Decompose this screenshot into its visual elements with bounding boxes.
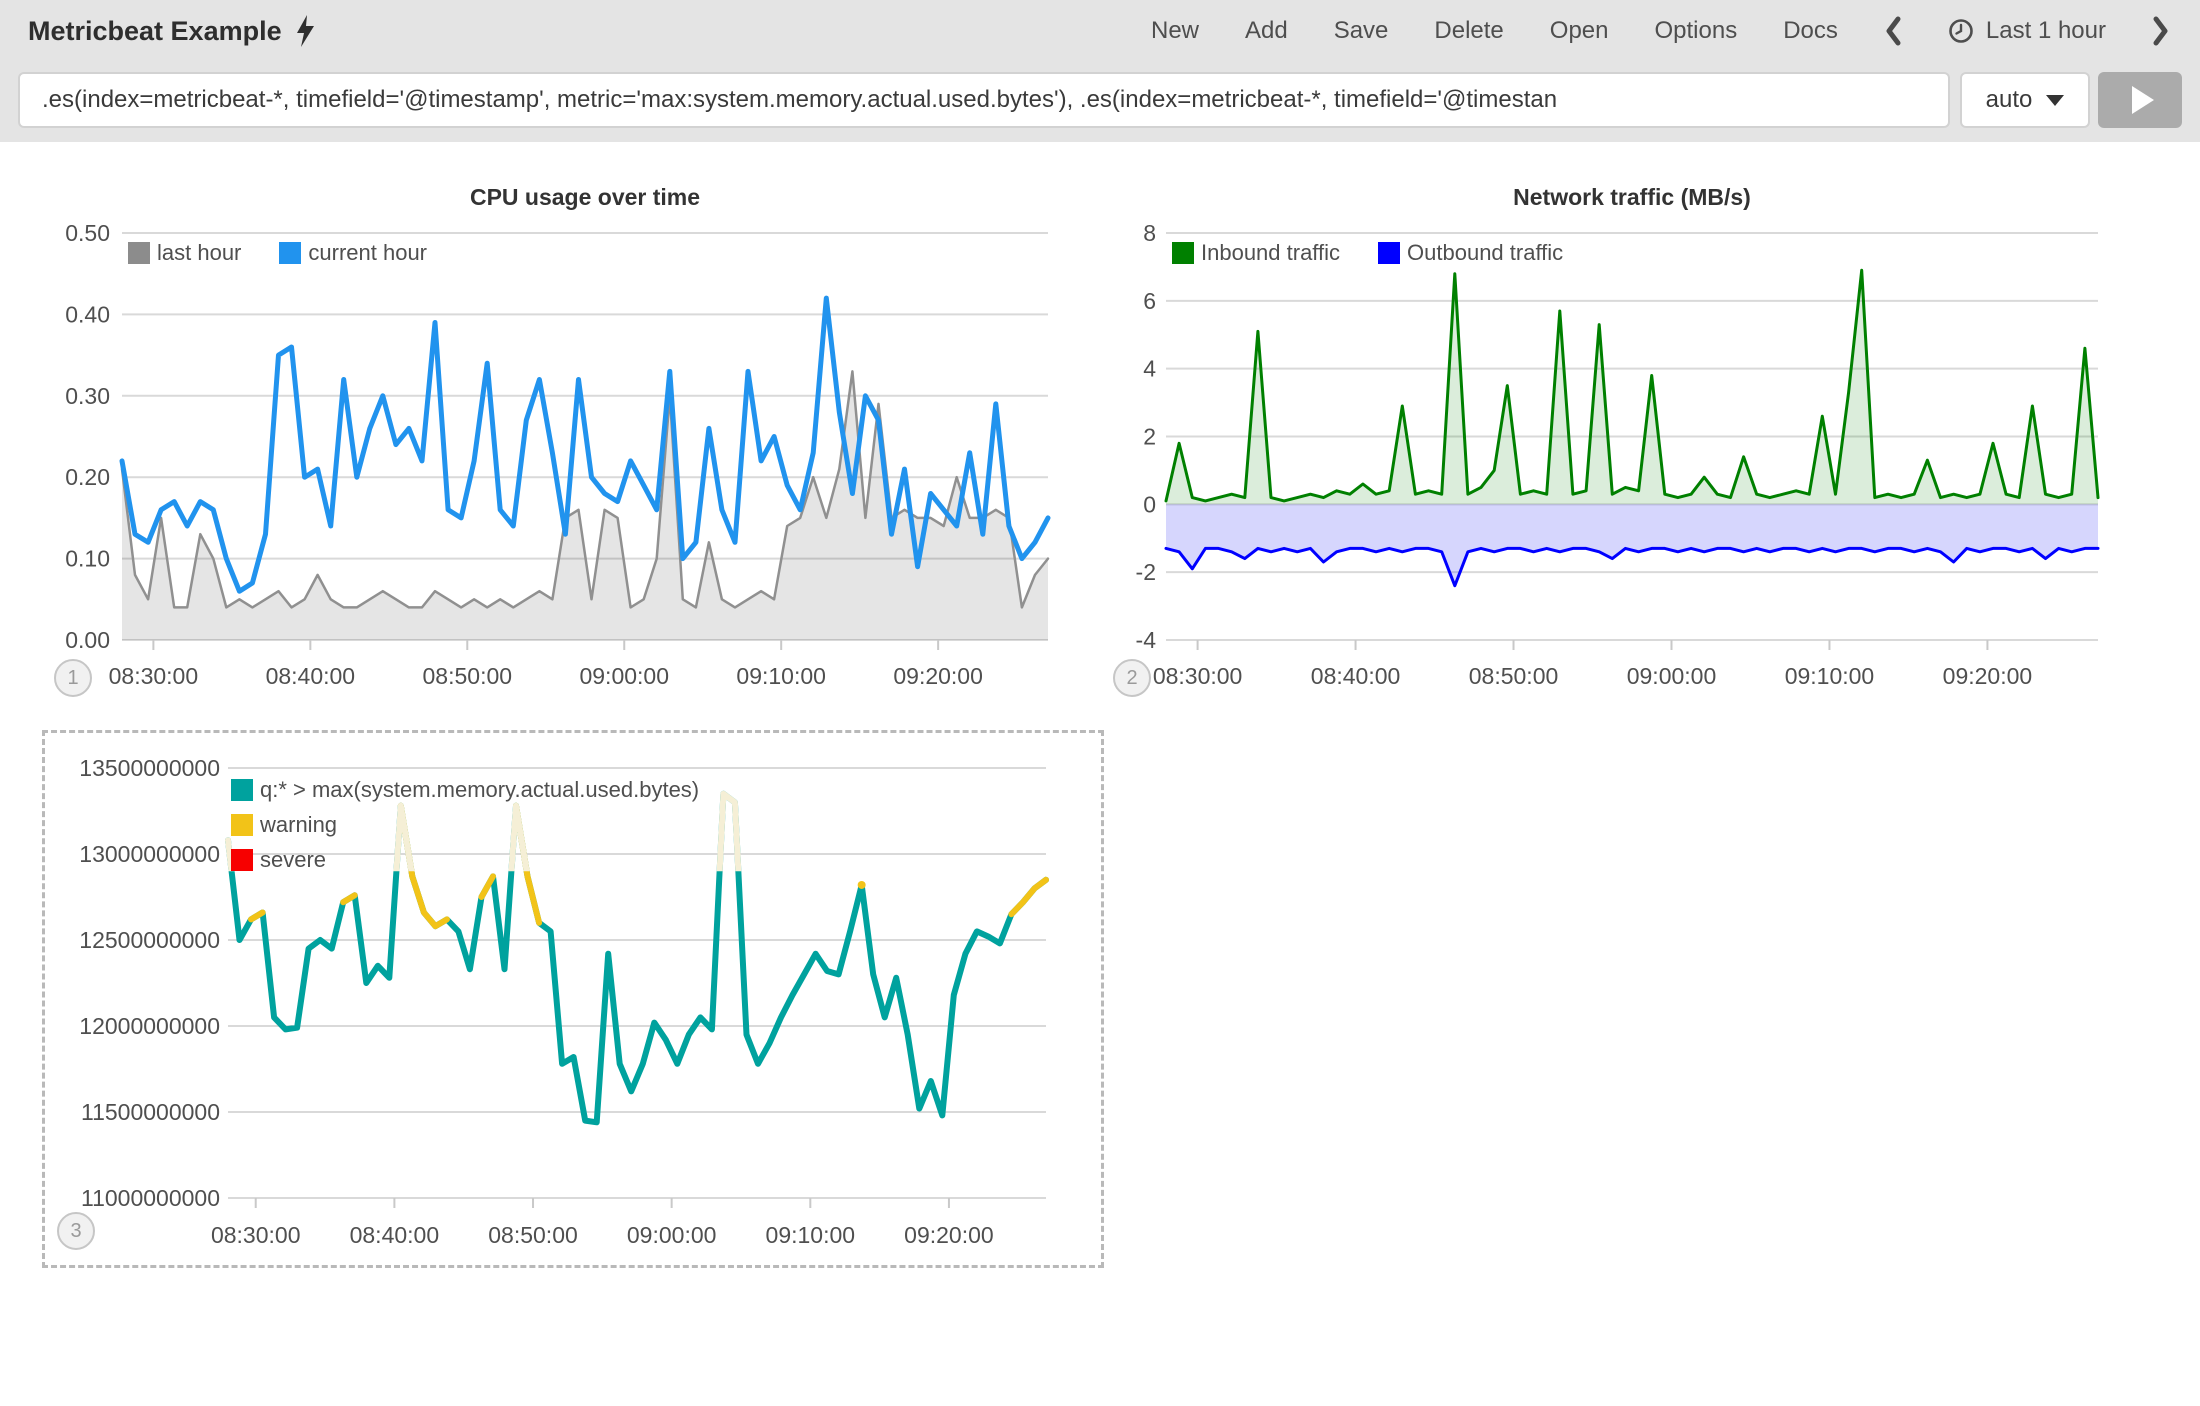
svg-text:08:40:00: 08:40:00: [266, 663, 356, 689]
legend-label: last hour: [157, 240, 241, 266]
svg-text:13500000000: 13500000000: [79, 755, 220, 781]
time-back-button[interactable]: [1884, 16, 1902, 46]
legend-item-last-hour[interactable]: last hour: [128, 240, 241, 266]
svg-text:08:50:00: 08:50:00: [1469, 663, 1559, 689]
legend-swatch-red: [231, 849, 253, 871]
legend-swatch-blue: [279, 242, 301, 264]
legend-label: Outbound traffic: [1407, 240, 1563, 266]
svg-text:09:20:00: 09:20:00: [904, 1222, 994, 1248]
svg-text:6: 6: [1143, 288, 1156, 314]
memory-used-chart-selected: 13500000000 13000000000 12500000000 1200000…: [42, 730, 1104, 1268]
svg-text:0.00: 0.00: [65, 627, 110, 653]
panel-number-badge: 2: [1113, 659, 1151, 697]
svg-text:09:00:00: 09:00:00: [627, 1222, 717, 1248]
app-title-text: Metricbeat Example: [28, 16, 282, 47]
svg-text:08:30:00: 08:30:00: [1153, 663, 1243, 689]
nav-new[interactable]: New: [1151, 17, 1199, 45]
legend-item-warning[interactable]: warning: [231, 812, 337, 838]
legend-swatch-teal: [231, 779, 253, 801]
cpu-chart-legend: last hour current hour: [128, 240, 427, 266]
cpu-usage-chart: CPU usage over time 0.500.400.300.200.10…: [30, 176, 1060, 700]
interval-select[interactable]: auto: [1960, 72, 2090, 128]
svg-text:8: 8: [1143, 220, 1156, 246]
svg-text:09:10:00: 09:10:00: [766, 1222, 856, 1248]
legend-label: q:* > max(system.memory.actual.used.byte…: [260, 777, 699, 803]
svg-text:0.50: 0.50: [65, 220, 110, 246]
legend-swatch-blue: [1378, 242, 1400, 264]
legend-swatch-gray: [128, 242, 150, 264]
network-traffic-chart: Network traffic (MB/s) 86420-2-408:30:00…: [1100, 176, 2120, 700]
nav-save[interactable]: Save: [1334, 17, 1389, 45]
svg-text:11500000000: 11500000000: [81, 1099, 220, 1125]
timelion-query-input[interactable]: [18, 72, 1950, 128]
nav-docs[interactable]: Docs: [1783, 17, 1838, 45]
svg-text:09:00:00: 09:00:00: [579, 663, 669, 689]
svg-text:0.20: 0.20: [65, 464, 110, 490]
legend-item-outbound[interactable]: Outbound traffic: [1378, 240, 1563, 266]
app-title: Metricbeat Example: [28, 15, 316, 47]
nav-add[interactable]: Add: [1245, 17, 1288, 45]
memory-chart-legend: q:* > max(system.memory.actual.used.byte…: [231, 777, 699, 873]
nav-options[interactable]: Options: [1655, 17, 1738, 45]
svg-text:-2: -2: [1136, 559, 1156, 585]
nav-open[interactable]: Open: [1550, 17, 1609, 45]
svg-text:-4: -4: [1136, 627, 1157, 653]
time-forward-button[interactable]: [2152, 16, 2170, 46]
panel-number-badge: 3: [57, 1212, 95, 1250]
time-picker-label: Last 1 hour: [1986, 17, 2106, 45]
svg-text:4: 4: [1143, 356, 1156, 382]
run-query-button[interactable]: [2098, 72, 2182, 128]
chevron-left-icon: [1884, 16, 1902, 46]
kibana-timelion-app: Metricbeat Example New Add Save Delete O…: [0, 0, 2200, 1406]
legend-label: severe: [260, 847, 326, 873]
legend-swatch-yellow: [231, 814, 253, 836]
svg-text:08:30:00: 08:30:00: [109, 663, 199, 689]
caret-down-icon: [2046, 95, 2064, 106]
legend-label: warning: [260, 812, 337, 838]
chevron-right-icon: [2152, 16, 2170, 46]
svg-text:09:20:00: 09:20:00: [1943, 663, 2033, 689]
panel-number-badge: 1: [54, 659, 92, 697]
nav-delete[interactable]: Delete: [1434, 17, 1503, 45]
query-bar: auto: [0, 62, 2200, 142]
legend-label: current hour: [308, 240, 427, 266]
svg-text:08:50:00: 08:50:00: [488, 1222, 578, 1248]
interval-value: auto: [1986, 86, 2033, 114]
svg-text:09:10:00: 09:10:00: [736, 663, 826, 689]
legend-item-severe[interactable]: severe: [231, 847, 326, 873]
top-bar: Metricbeat Example New Add Save Delete O…: [0, 0, 2200, 62]
header: Metricbeat Example New Add Save Delete O…: [0, 0, 2200, 142]
legend-item-inbound[interactable]: Inbound traffic: [1172, 240, 1340, 266]
legend-swatch-green: [1172, 242, 1194, 264]
lightning-bolt-icon: [294, 15, 316, 47]
svg-text:08:30:00: 08:30:00: [211, 1222, 301, 1248]
time-picker-button[interactable]: Last 1 hour: [1948, 17, 2106, 45]
clock-icon: [1948, 18, 1974, 44]
svg-text:12500000000: 12500000000: [79, 927, 220, 953]
svg-text:0.30: 0.30: [65, 383, 110, 409]
svg-text:0.10: 0.10: [65, 546, 110, 572]
svg-text:09:10:00: 09:10:00: [1785, 663, 1875, 689]
svg-text:13000000000: 13000000000: [79, 841, 220, 867]
svg-text:08:50:00: 08:50:00: [423, 663, 513, 689]
svg-text:0: 0: [1143, 491, 1156, 517]
legend-label: Inbound traffic: [1201, 240, 1340, 266]
network-chart-legend: Inbound traffic Outbound traffic: [1172, 240, 1563, 266]
svg-text:0.40: 0.40: [65, 301, 110, 327]
svg-text:08:40:00: 08:40:00: [1311, 663, 1401, 689]
legend-item-memory[interactable]: q:* > max(system.memory.actual.used.byte…: [231, 777, 699, 803]
play-icon: [2132, 86, 2154, 114]
svg-text:09:00:00: 09:00:00: [1627, 663, 1717, 689]
svg-text:08:40:00: 08:40:00: [350, 1222, 440, 1248]
svg-text:09:20:00: 09:20:00: [893, 663, 983, 689]
svg-text:2: 2: [1143, 424, 1156, 450]
svg-text:11000000000: 11000000000: [81, 1185, 220, 1211]
main-nav: New Add Save Delete Open Options Docs: [1151, 16, 2170, 46]
svg-text:12000000000: 12000000000: [79, 1013, 220, 1039]
legend-item-current-hour[interactable]: current hour: [279, 240, 427, 266]
